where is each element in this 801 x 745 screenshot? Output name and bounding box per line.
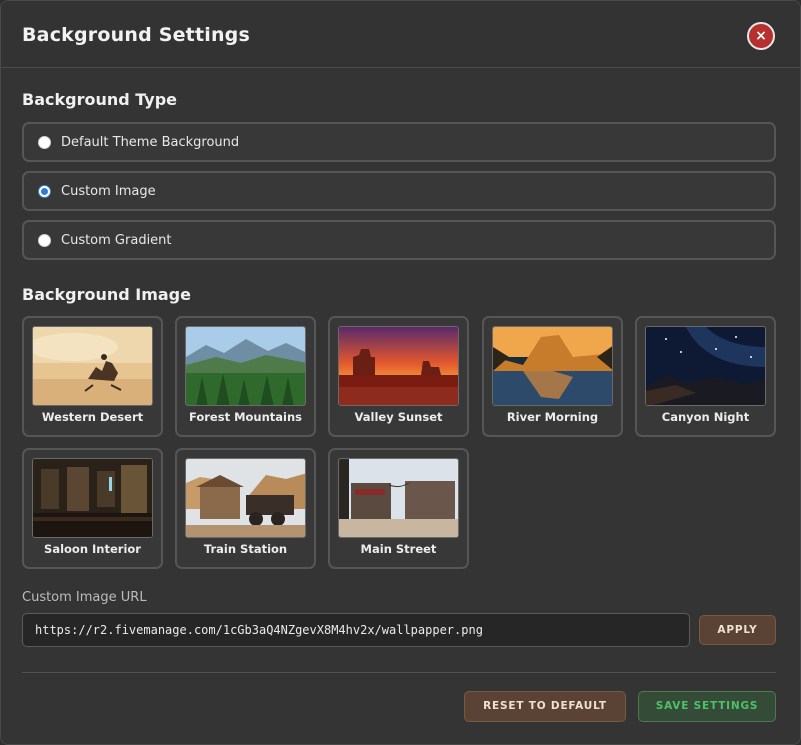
- thumb-caption: Canyon Night: [661, 410, 750, 424]
- option-label: Custom Image: [61, 184, 156, 199]
- thumb-saloon-interior[interactable]: Saloon Interior: [22, 448, 163, 569]
- thumb-canyon-night[interactable]: Canyon Night: [635, 316, 776, 437]
- thumb-train-station[interactable]: Train Station: [175, 448, 316, 569]
- modal-title: Background Settings: [22, 24, 250, 46]
- thumb-caption: Forest Mountains: [188, 410, 303, 424]
- thumb-forest-mountains[interactable]: Forest Mountains: [175, 316, 316, 437]
- saloon-interior-image: [32, 458, 153, 538]
- thumb-caption: Main Street: [360, 542, 437, 556]
- background-image-heading: Background Image: [22, 285, 191, 304]
- option-custom-gradient[interactable]: Custom Gradient: [22, 220, 776, 260]
- thumb-caption: River Morning: [506, 410, 599, 424]
- thumb-western-desert[interactable]: Western Desert: [22, 316, 163, 437]
- valley-sunset-image: [338, 326, 459, 406]
- thumb-valley-sunset[interactable]: Valley Sunset: [328, 316, 469, 437]
- river-morning-image: [492, 326, 613, 406]
- option-label: Custom Gradient: [61, 233, 172, 248]
- forest-mountains-image: [185, 326, 306, 406]
- background-settings-modal: Background Settings × Background Type De…: [0, 0, 801, 745]
- canyon-night-image: [645, 326, 766, 406]
- radio-default-theme[interactable]: [38, 136, 51, 149]
- thumb-caption: Saloon Interior: [44, 542, 141, 556]
- thumb-caption: Western Desert: [41, 410, 144, 424]
- thumb-caption: Valley Sunset: [354, 410, 443, 424]
- main-street-image: [338, 458, 459, 538]
- close-button[interactable]: ×: [747, 22, 775, 50]
- save-settings-button[interactable]: SAVE SETTINGS: [638, 691, 776, 722]
- apply-button[interactable]: APPLY: [699, 615, 776, 645]
- radio-custom-image[interactable]: [38, 185, 51, 198]
- reset-to-default-button[interactable]: RESET TO DEFAULT: [464, 691, 626, 722]
- radio-custom-gradient[interactable]: [38, 234, 51, 247]
- footer-divider: [22, 672, 776, 673]
- modal-header: Background Settings ×: [1, 1, 800, 68]
- thumb-river-morning[interactable]: River Morning: [482, 316, 623, 437]
- thumb-main-street[interactable]: Main Street: [328, 448, 469, 569]
- train-station-image: [185, 458, 306, 538]
- option-default-theme[interactable]: Default Theme Background: [22, 122, 776, 162]
- thumb-caption: Train Station: [203, 542, 288, 556]
- custom-image-url-label: Custom Image URL: [22, 590, 147, 605]
- option-custom-image[interactable]: Custom Image: [22, 171, 776, 211]
- custom-image-url-input[interactable]: https://r2.fivemanage.com/1cGb3aQ4NZgevX…: [22, 613, 690, 647]
- background-type-heading: Background Type: [22, 90, 178, 109]
- option-label: Default Theme Background: [61, 135, 240, 150]
- western-desert-image: [32, 326, 153, 406]
